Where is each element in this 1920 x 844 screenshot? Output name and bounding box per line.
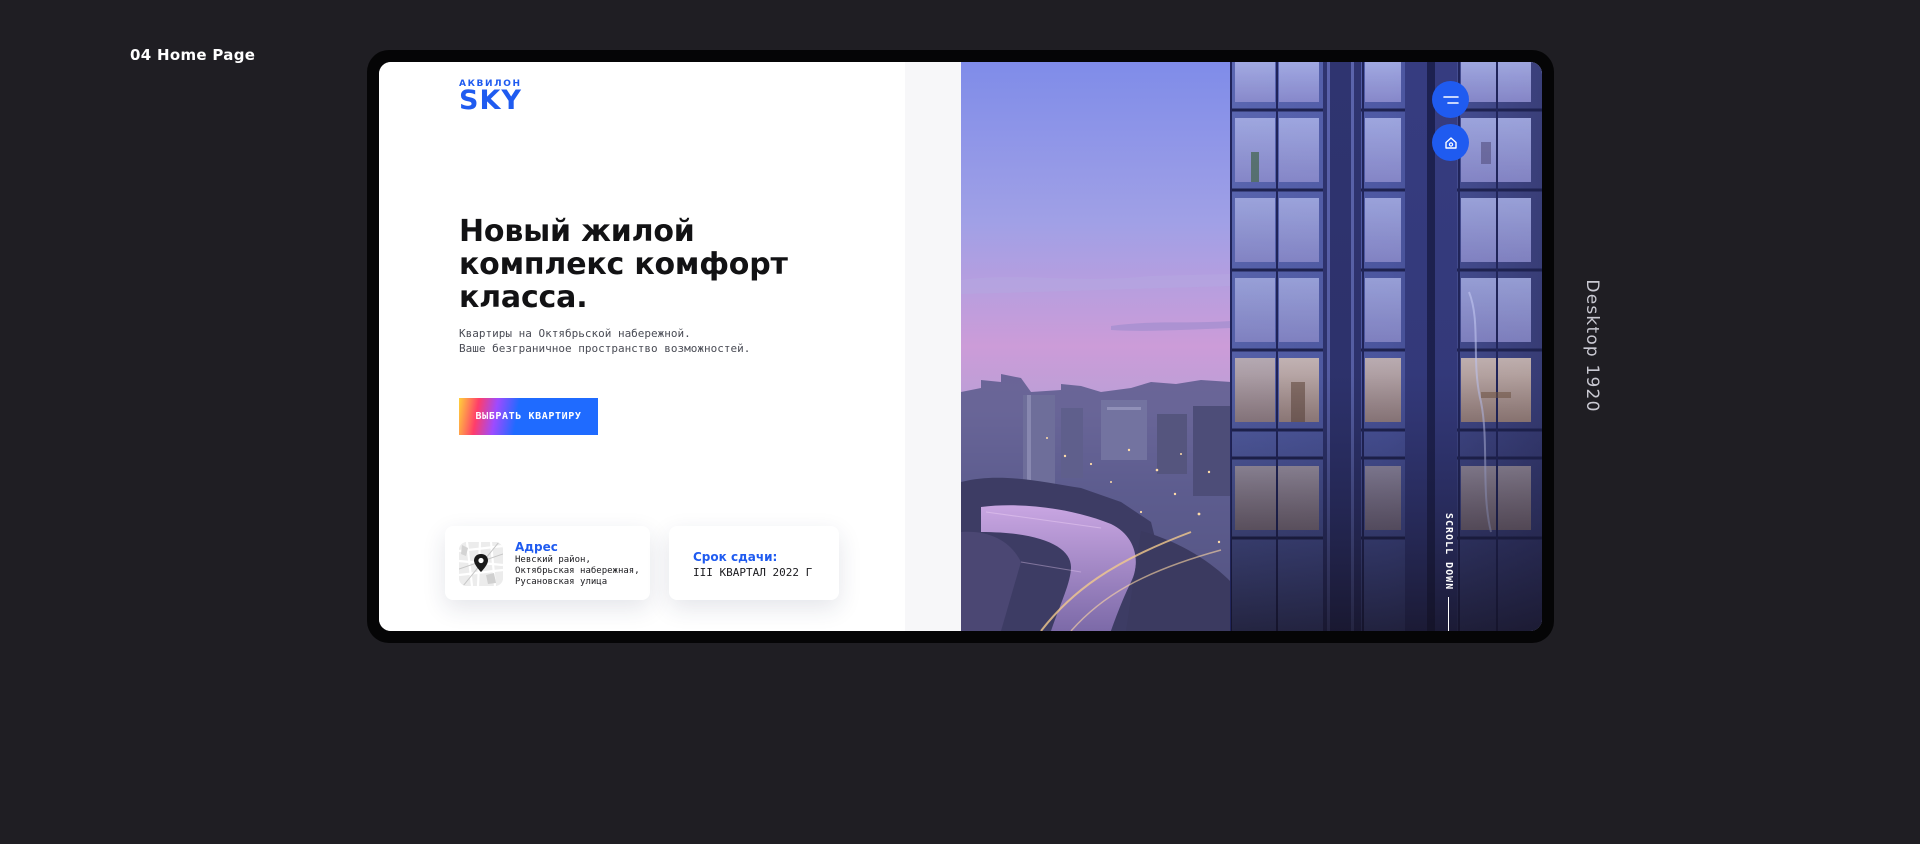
logo-main-text: SKY <box>459 85 522 116</box>
device-label: Desktop 1920 <box>1582 279 1602 413</box>
choose-apartment-button[interactable]: ВЫБРАТЬ КВАРТИРУ <box>459 398 598 435</box>
hero-subtitle-line: Ваше безграничное пространство возможнос… <box>459 342 751 355</box>
hero-subtitle-line: Квартиры на Октябрьской набережной. <box>459 327 691 340</box>
menu-icon <box>1442 95 1459 104</box>
address-text: Невский район, Октябрьская набережная, Р… <box>515 555 640 588</box>
home-icon <box>1444 136 1457 149</box>
map-pin-icon <box>459 542 503 586</box>
deadline-title: Срок сдачи: <box>693 550 778 564</box>
scroll-down-label[interactable]: SCROLL DOWN <box>1443 513 1454 590</box>
address-title: Адрес <box>515 540 558 554</box>
menu-button[interactable] <box>1432 81 1469 118</box>
address-line: Русановская улица <box>515 577 608 587</box>
page-label: 04 Home Page <box>130 46 256 64</box>
deadline-value: III КВАРТАЛ 2022 Г <box>693 566 813 579</box>
panel-divider <box>905 62 961 631</box>
deadline-card[interactable]: Срок сдачи: III КВАРТАЛ 2022 Г <box>669 526 839 600</box>
logo[interactable]: АКВИЛОН SKY <box>459 79 522 116</box>
home-button[interactable] <box>1432 124 1469 161</box>
scroll-indicator-line <box>1448 597 1449 631</box>
address-line: Октябрьская набережная, <box>515 566 640 576</box>
site-screen: АКВИЛОН SKY Новый жилой комплекс комфорт… <box>379 62 1542 631</box>
address-line: Невский район, <box>515 555 591 565</box>
hero-headline: Новый жилой комплекс комфорт класса. <box>459 214 788 315</box>
hero-panel: АКВИЛОН SKY Новый жилой комплекс комфорт… <box>379 62 905 631</box>
device-frame: АКВИЛОН SKY Новый жилой комплекс комфорт… <box>367 50 1554 643</box>
hero-subtitle: Квартиры на Октябрьской набережной. Ваше… <box>459 326 839 356</box>
address-card[interactable]: Адрес Невский район, Октябрьская набереж… <box>445 526 650 600</box>
